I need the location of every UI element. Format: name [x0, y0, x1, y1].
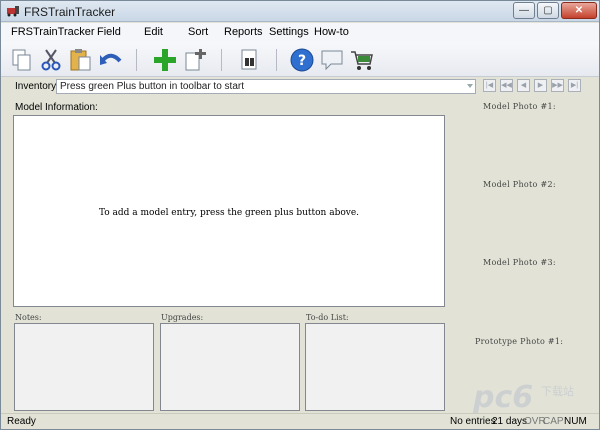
status-entries: No entries	[450, 416, 496, 427]
status-days: 21 days	[492, 416, 528, 427]
upgrades-label: Upgrades:	[161, 313, 204, 322]
toolbar-separator	[136, 49, 137, 71]
model-info-box[interactable]: To add a model entry, press the green pl…	[13, 115, 445, 307]
comment-icon[interactable]	[319, 47, 345, 73]
status-ready: Ready	[7, 416, 36, 427]
undo-icon[interactable]	[98, 47, 124, 73]
app-window: FRSTrainTracker — ▢ ✕ FRSTrainTracker Fi…	[0, 0, 600, 430]
model-photo-1-label: Model Photo #1:	[483, 102, 556, 111]
next-page-icon[interactable]: ▶▶	[551, 79, 564, 92]
status-bar: Ready No entries 21 days OVR CAP NUM	[1, 413, 599, 429]
maximize-button[interactable]: ▢	[537, 2, 559, 19]
help-icon[interactable]: ?	[289, 47, 315, 73]
find-icon[interactable]	[237, 47, 263, 73]
toolbar-separator	[221, 49, 222, 71]
toolbar: ?	[1, 42, 599, 77]
add-icon[interactable]	[152, 47, 178, 73]
todo-label: To-do List:	[306, 313, 349, 322]
prev-page-icon[interactable]: ◀◀	[500, 79, 513, 92]
menu-settings[interactable]: Settings	[269, 26, 309, 38]
duplicate-icon[interactable]	[183, 47, 209, 73]
svg-text:?: ?	[298, 53, 306, 69]
menu-app[interactable]: FRSTrainTracker	[11, 26, 95, 38]
prev-record-icon[interactable]: ◀	[517, 79, 530, 92]
watermark-logo: pc6 下载站	[472, 380, 574, 413]
last-record-icon[interactable]: ▶|	[568, 79, 581, 92]
next-record-icon[interactable]: ▶	[534, 79, 547, 92]
copy-icon[interactable]	[9, 47, 35, 73]
watermark-subtext: 下载站	[541, 384, 574, 398]
todo-field[interactable]	[305, 323, 445, 411]
notes-label: Notes:	[15, 313, 42, 322]
menu-sort[interactable]: Sort	[188, 26, 208, 38]
inventory-value: Press green Plus button in toolbar to st…	[60, 81, 244, 92]
model-photo-3-label: Model Photo #3:	[483, 258, 556, 267]
paste-icon[interactable]	[68, 47, 94, 73]
window-title: FRSTrainTracker	[24, 5, 116, 19]
chevron-down-icon	[467, 84, 473, 88]
train-icon	[7, 6, 19, 17]
model-info-label: Model Information:	[15, 102, 98, 113]
watermark-text: pc6	[472, 380, 533, 413]
menu-edit[interactable]: Edit	[144, 26, 163, 38]
status-cap: CAP	[543, 416, 564, 427]
first-record-icon[interactable]: |◀	[483, 79, 496, 92]
menu-reports[interactable]: Reports	[224, 26, 263, 38]
minimize-button[interactable]: —	[513, 2, 535, 19]
toolbar-separator	[276, 49, 277, 71]
upgrades-field[interactable]	[160, 323, 300, 411]
prototype-photo-label: Prototype Photo #1:	[475, 337, 564, 346]
menu-bar: FRSTrainTracker Field Edit Sort Reports …	[1, 23, 599, 42]
model-photo-2-label: Model Photo #2:	[483, 180, 556, 189]
notes-field[interactable]	[14, 323, 154, 411]
menu-field[interactable]: Field	[97, 26, 121, 38]
menu-howto[interactable]: How-to	[314, 26, 349, 38]
close-button[interactable]: ✕	[561, 2, 597, 19]
cart-icon[interactable]	[349, 47, 375, 73]
title-bar: FRSTrainTracker — ▢ ✕	[1, 1, 599, 22]
model-info-message: To add a model entry, press the green pl…	[98, 208, 360, 218]
inventory-label: Inventory:	[15, 81, 59, 92]
cut-icon[interactable]	[38, 47, 64, 73]
inventory-select[interactable]: Press green Plus button in toolbar to st…	[56, 79, 476, 94]
status-num: NUM	[564, 416, 587, 427]
